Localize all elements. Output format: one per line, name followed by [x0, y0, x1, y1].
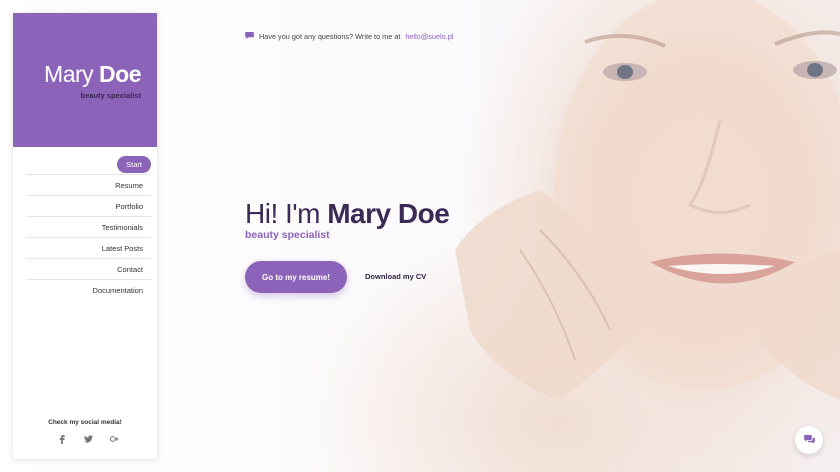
- twitter-icon[interactable]: [83, 435, 93, 445]
- chat-button[interactable]: [795, 426, 823, 454]
- sidebar-item-label: Documentation: [92, 285, 143, 295]
- contact-text: Have you got any questions? Write to me …: [259, 32, 401, 41]
- brand-first-name: Mary: [44, 61, 94, 87]
- sidebar-item-testimonials[interactable]: Testimonials: [26, 217, 151, 238]
- sidebar-item-label: Start: [117, 155, 151, 173]
- download-cv-button[interactable]: Download my CV: [365, 272, 426, 281]
- hero-name: Mary Doe: [327, 198, 450, 229]
- hero-title: Hi! I'm Mary Doe: [245, 198, 450, 230]
- facebook-icon[interactable]: [57, 435, 67, 445]
- sidebar-item-latest-posts[interactable]: Latest Posts: [26, 238, 151, 259]
- chat-bubbles-icon: [803, 431, 815, 449]
- google-plus-icon[interactable]: [109, 435, 119, 445]
- hero-subtitle: beauty specialist: [245, 229, 330, 241]
- brand-role: beauty specialist: [80, 91, 141, 100]
- sidebar-item-label: Contact: [117, 264, 143, 274]
- sidebar-nav: Start Resume Portfolio Testimonials Late…: [26, 154, 151, 300]
- sidebar-item-contact[interactable]: Contact: [26, 259, 151, 280]
- sidebar-item-start[interactable]: Start: [26, 154, 151, 175]
- social-links: [57, 435, 119, 445]
- sidebar-item-label: Resume: [115, 180, 143, 190]
- contact-line: Have you got any questions? Write to me …: [245, 32, 453, 41]
- sidebar-item-portfolio[interactable]: Portfolio: [26, 196, 151, 217]
- sidebar-item-label: Latest Posts: [101, 243, 143, 253]
- sidebar-item-label: Portfolio: [115, 201, 143, 211]
- social-title: Check my social media!: [48, 419, 122, 426]
- brand-last-name: Doe: [99, 61, 141, 87]
- sidebar-header: Mary Doe beauty specialist: [13, 13, 157, 147]
- sidebar-item-label: Testimonials: [101, 222, 143, 232]
- brand-name[interactable]: Mary Doe: [44, 61, 141, 88]
- sidebar-item-resume[interactable]: Resume: [26, 175, 151, 196]
- contact-email-link[interactable]: hello@suelo.pl: [405, 32, 453, 41]
- sidebar: Mary Doe beauty specialist Start Resume …: [13, 13, 157, 459]
- hero-greeting: Hi! I'm: [245, 198, 320, 229]
- sidebar-item-documentation[interactable]: Documentation: [26, 280, 151, 300]
- chat-bubble-icon: [245, 32, 254, 41]
- go-to-resume-button[interactable]: Go to my resume!: [245, 261, 347, 293]
